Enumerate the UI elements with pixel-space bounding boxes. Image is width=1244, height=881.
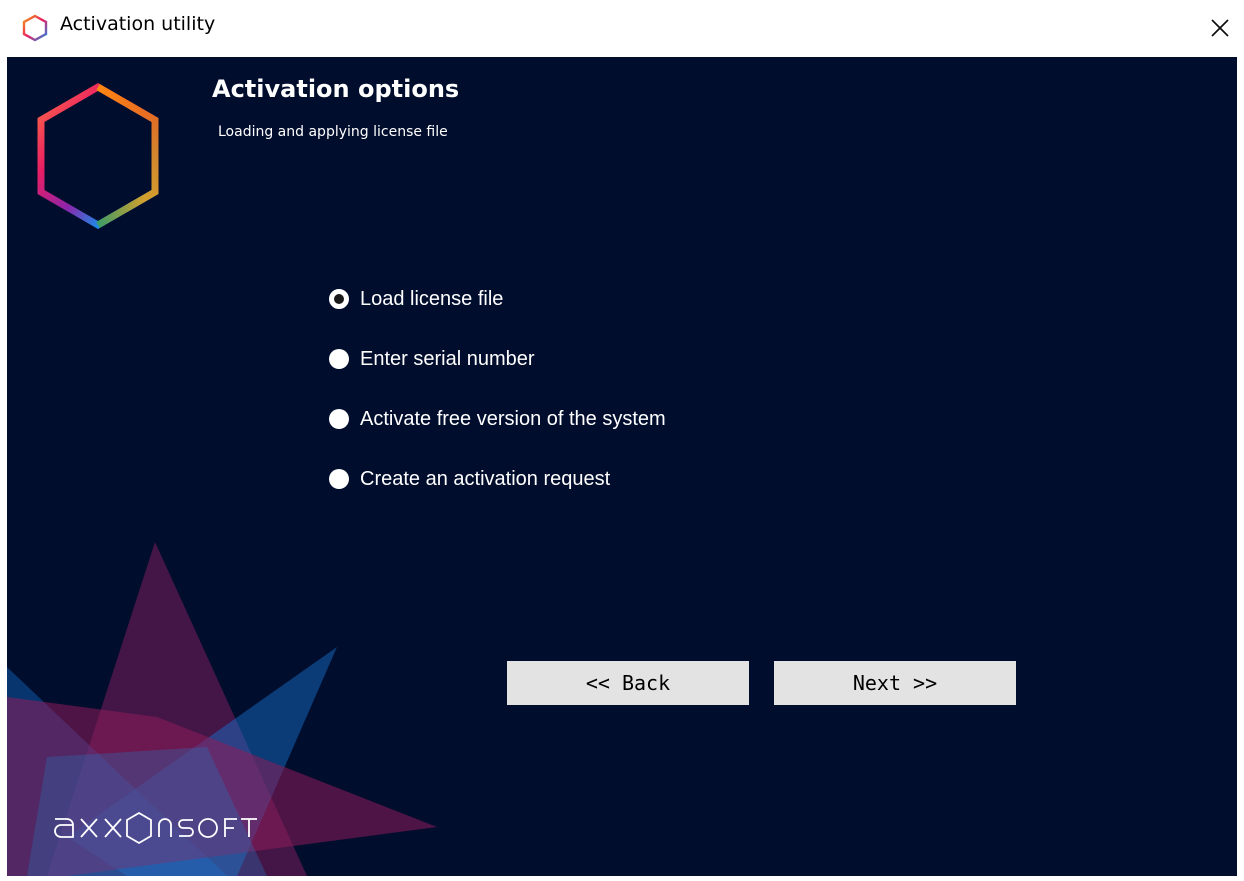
radio-button-selected[interactable] [329,289,349,309]
title-bar: Activation utility [0,0,1244,56]
radio-button[interactable] [329,349,349,369]
page-title: Activation options [212,75,460,103]
activation-window: Activation utility Activation options Lo… [0,0,1244,881]
option-label: Enter serial number [360,348,535,370]
window-title: Activation utility [60,13,216,35]
hexagon-logo-icon [37,82,159,230]
axxonsoft-wordmark [54,811,257,845]
back-button[interactable]: << Back [507,661,749,705]
radio-button[interactable] [329,409,349,429]
option-label: Create an activation request [360,468,611,490]
brand-logo [51,805,291,852]
main-panel: Activation options Loading and applying … [7,57,1237,876]
decorative-triangles [7,542,437,876]
hexagon-outline-icon [22,14,48,42]
close-icon[interactable] [1200,8,1240,48]
option-label: Load license file [360,288,504,310]
option-label: Activate free version of the system [360,408,666,430]
radio-button[interactable] [329,469,349,489]
next-button[interactable]: Next >> [774,661,1016,705]
page-subtitle: Loading and applying license file [218,124,448,140]
